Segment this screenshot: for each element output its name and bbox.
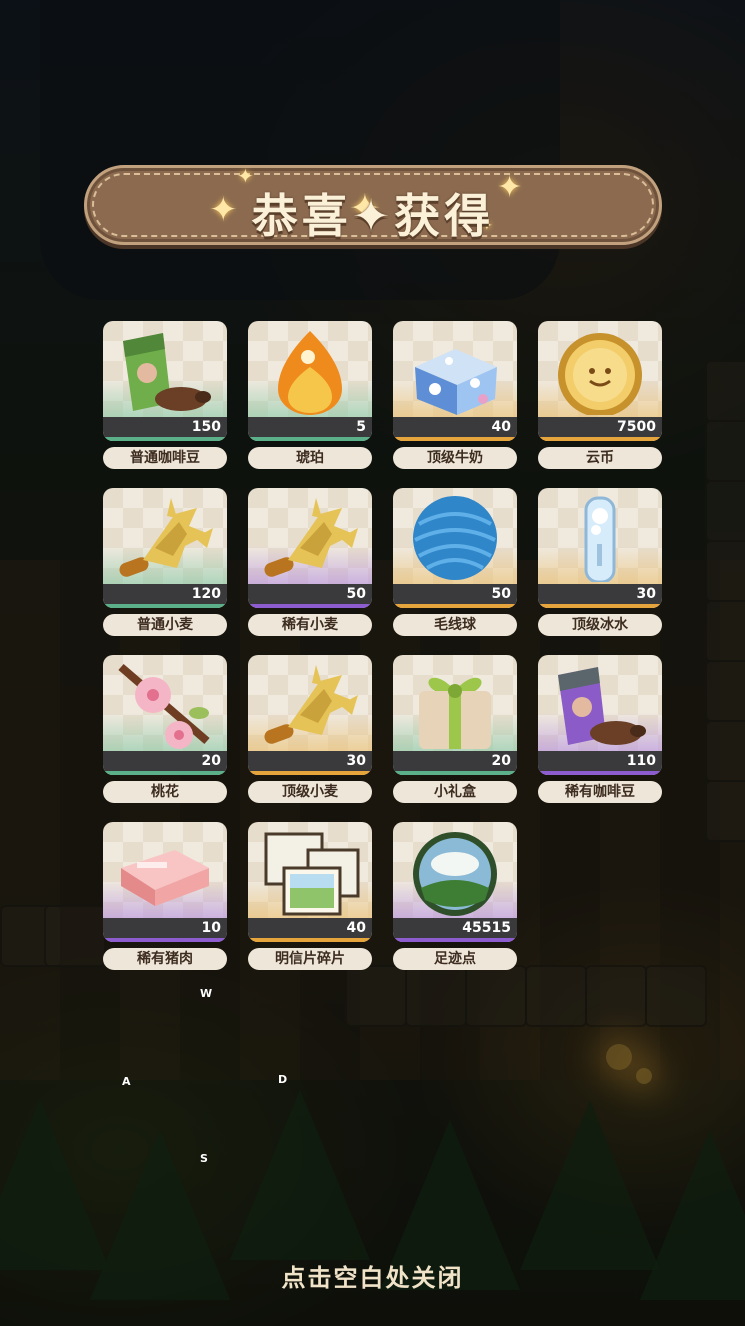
key-hint-up: W [200, 987, 213, 1000]
reward-quantity: 50 [393, 584, 517, 604]
reward-quantity: 5 [248, 417, 372, 437]
reward-card[interactable]: 40 [248, 822, 372, 942]
reward-name: 顶级小麦 [248, 781, 372, 803]
reward-name: 稀有咖啡豆 [538, 781, 662, 803]
reward-item[interactable]: 50 毛线球 [393, 488, 517, 636]
reward-quantity: 50 [248, 584, 372, 604]
reward-quantity: 45515 [393, 918, 517, 938]
reward-name: 桃花 [103, 781, 227, 803]
reward-name: 稀有猪肉 [103, 948, 227, 970]
reward-name: 足迹点 [393, 948, 517, 970]
cloud-coin-icon [550, 327, 650, 417]
reward-quantity: 20 [103, 751, 227, 771]
reward-name: 毛线球 [393, 614, 517, 636]
key-hint-down: S [200, 1152, 208, 1165]
reward-quantity: 150 [103, 417, 227, 437]
coffee-bean-bag-icon [115, 327, 215, 415]
rarity-stripe [103, 437, 227, 441]
reward-card[interactable]: 150 [103, 321, 227, 441]
rarity-stripe [538, 771, 662, 775]
reward-item[interactable]: 20 桃花 [103, 655, 227, 803]
reward-name: 云币 [538, 447, 662, 469]
rarity-stripe [393, 771, 517, 775]
reward-name: 顶级冰水 [538, 614, 662, 636]
reward-item[interactable]: 110 稀有咖啡豆 [538, 655, 662, 803]
postcard-fragment-icon [260, 828, 360, 916]
close-hint[interactable]: 点击空白处关闭 [0, 1258, 745, 1293]
reward-quantity: 20 [393, 751, 517, 771]
rarity-stripe [538, 604, 662, 608]
key-hint-right: D [278, 1073, 288, 1086]
reward-name: 稀有小麦 [248, 614, 372, 636]
reward-item[interactable]: 30 顶级小麦 [248, 655, 372, 803]
reward-card[interactable]: 7500 [538, 321, 662, 441]
reward-quantity: 10 [103, 918, 227, 938]
reward-quantity: 30 [248, 751, 372, 771]
reward-item[interactable]: 10 稀有猪肉 [103, 822, 227, 970]
reward-item[interactable]: 5 琥珀 [248, 321, 372, 469]
rarity-stripe [248, 771, 372, 775]
wheat-icon [260, 494, 360, 582]
reward-card[interactable]: 20 [393, 655, 517, 775]
milk-carton-icon [405, 327, 505, 415]
rarity-stripe [248, 938, 372, 942]
rarity-stripe [103, 938, 227, 942]
reward-name: 小礼盒 [393, 781, 517, 803]
pork-icon [115, 828, 215, 916]
rarity-stripe [393, 437, 517, 441]
reward-item[interactable]: 30 顶级冰水 [538, 488, 662, 636]
wheat-icon [115, 494, 215, 582]
reward-quantity: 7500 [538, 417, 662, 437]
rarity-stripe [393, 938, 517, 942]
reward-card[interactable]: 30 [248, 655, 372, 775]
footprint-point-icon [405, 828, 505, 916]
reward-item[interactable]: 40 顶级牛奶 [393, 321, 517, 469]
rarity-stripe [248, 604, 372, 608]
reward-item[interactable]: 20 小礼盒 [393, 655, 517, 803]
coffee-bean-bag-icon [550, 661, 650, 749]
wheat-icon [260, 661, 360, 749]
rarity-stripe [393, 604, 517, 608]
reward-banner: ✦ ✦ ✦ ✦ ✦ 恭喜✦获得 [84, 164, 662, 245]
rarity-stripe [103, 771, 227, 775]
reward-item[interactable]: 120 普通小麦 [103, 488, 227, 636]
reward-card[interactable]: 50 [248, 488, 372, 608]
reward-quantity: 30 [538, 584, 662, 604]
reward-card[interactable]: 20 [103, 655, 227, 775]
reward-item[interactable]: 50 稀有小麦 [248, 488, 372, 636]
reward-quantity: 40 [393, 417, 517, 437]
reward-card[interactable]: 30 [538, 488, 662, 608]
peach-blossom-icon [115, 661, 215, 749]
reward-item[interactable]: 40 明信片碎片 [248, 822, 372, 970]
reward-item[interactable]: 45515 足迹点 [393, 822, 517, 970]
reward-name: 琥珀 [248, 447, 372, 469]
yarn-ball-icon [405, 494, 505, 582]
reward-quantity: 120 [103, 584, 227, 604]
rarity-stripe [248, 437, 372, 441]
reward-card[interactable]: 50 [393, 488, 517, 608]
reward-item[interactable]: 150 普通咖啡豆 [103, 321, 227, 469]
gift-box-icon [405, 661, 505, 749]
reward-card[interactable]: 45515 [393, 822, 517, 942]
amber-icon [260, 327, 360, 415]
rarity-stripe [538, 437, 662, 441]
reward-quantity: 40 [248, 918, 372, 938]
reward-card[interactable]: 120 [103, 488, 227, 608]
reward-card[interactable]: 10 [103, 822, 227, 942]
reward-item[interactable]: 7500 云币 [538, 321, 662, 469]
reward-name: 顶级牛奶 [393, 447, 517, 469]
reward-quantity: 110 [538, 751, 662, 771]
reward-name: 普通咖啡豆 [103, 447, 227, 469]
reward-name: 明信片碎片 [248, 948, 372, 970]
reward-card[interactable]: 40 [393, 321, 517, 441]
banner-title: 恭喜✦获得 [251, 189, 495, 243]
ice-water-icon [550, 494, 650, 584]
rarity-stripe [103, 604, 227, 608]
reward-name: 普通小麦 [103, 614, 227, 636]
key-hint-left: A [122, 1075, 131, 1088]
reward-card[interactable]: 5 [248, 321, 372, 441]
reward-card[interactable]: 110 [538, 655, 662, 775]
